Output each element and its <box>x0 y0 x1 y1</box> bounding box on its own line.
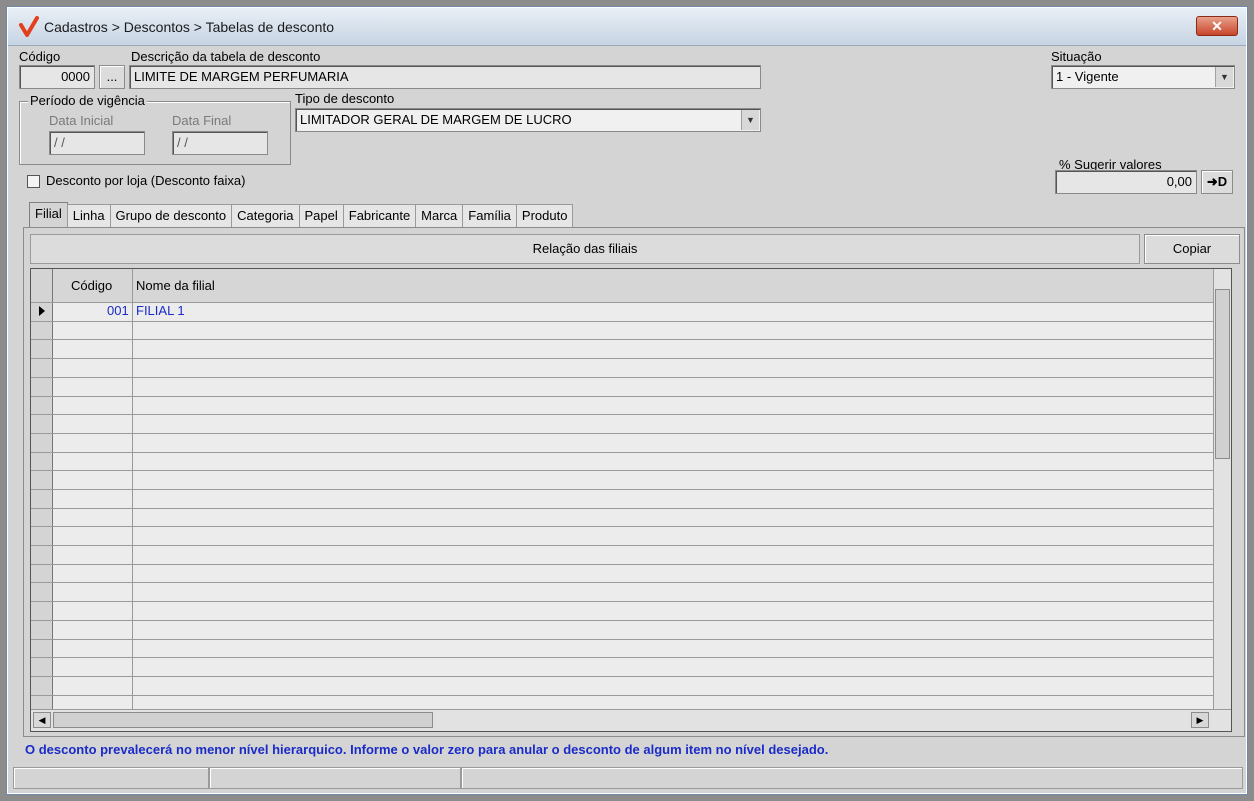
horizontal-scrollbar[interactable]: ◀ ▶ <box>31 709 1231 731</box>
grid-row-separator <box>31 470 1213 471</box>
data-final-label: Data Final <box>172 113 232 128</box>
current-row-arrow-icon <box>39 306 45 316</box>
filial-tab-panel: Relação das filiais Copiar Código Nome d… <box>23 227 1245 737</box>
grid-row-separator <box>31 545 1213 546</box>
situacao-value: 1 - Vigente <box>1056 69 1119 84</box>
main-window: Cadastros > Descontos > Tabelas de desco… <box>6 6 1248 795</box>
codigo-field[interactable]: 0000 <box>19 65 95 89</box>
tab-filial[interactable]: Filial <box>29 202 68 228</box>
checkmark-logo-icon <box>19 16 39 37</box>
vertical-scrollbar[interactable] <box>1213 269 1231 709</box>
grid-row-separator <box>31 676 1213 677</box>
descricao-label: Descrição da tabela de desconto <box>131 49 321 64</box>
codigo-label: Código <box>19 49 61 64</box>
title-bar: Cadastros > Descontos > Tabelas de desco… <box>8 8 1246 46</box>
data-inicial-field[interactable]: / / <box>49 131 145 155</box>
tab-familia[interactable]: Família <box>462 204 517 228</box>
status-panel-3 <box>461 767 1243 789</box>
tab-papel[interactable]: Papel <box>298 204 344 228</box>
status-bar <box>13 767 1243 789</box>
tab-produto[interactable]: Produto <box>515 204 574 228</box>
data-inicial-label: Data Inicial <box>49 113 114 128</box>
row-codigo[interactable]: 001 <box>107 303 129 318</box>
grid-row-separator <box>31 452 1213 453</box>
tipo-value: LIMITADOR GERAL DE MARGEM DE LUCRO <box>300 112 572 127</box>
grid-row-separator <box>31 433 1213 434</box>
tab-strip: Filial Linha Grupo de desconto Categoria… <box>29 202 574 228</box>
filiais-grid[interactable]: Código Nome da filial 001 FILIAL 1 ◀ ▶ <box>30 268 1232 732</box>
panel-header: Relação das filiais <box>30 234 1140 264</box>
row-nome[interactable]: FILIAL 1 <box>136 303 185 318</box>
status-panel-1 <box>13 767 209 789</box>
scroll-left-icon[interactable]: ◀ <box>33 712 51 728</box>
tab-marca[interactable]: Marca <box>415 204 464 228</box>
grid-row-separator <box>31 358 1213 359</box>
tab-linha[interactable]: Linha <box>66 204 111 228</box>
tab-categoria[interactable]: Categoria <box>231 204 300 228</box>
grid-row-separator <box>31 564 1213 565</box>
grid-row-separator <box>31 620 1213 621</box>
codigo-lookup-button[interactable]: ... <box>99 65 125 89</box>
descricao-field[interactable]: LIMITE DE MARGEM PERFUMARIA <box>129 65 761 89</box>
desconto-loja-label: Desconto por loja (Desconto faixa) <box>46 173 246 188</box>
grid-row-separator <box>31 339 1213 340</box>
grid-row-separator <box>31 695 1213 696</box>
scroll-right-icon[interactable]: ▶ <box>1191 712 1209 728</box>
data-final-field[interactable]: / / <box>172 131 268 155</box>
grid-row-separator <box>31 489 1213 490</box>
close-button[interactable]: ✕ <box>1196 16 1238 36</box>
desconto-loja-checkbox[interactable] <box>27 175 40 188</box>
grid-row-separator <box>31 639 1213 640</box>
grid-row-separator <box>31 508 1213 509</box>
status-panel-2 <box>209 767 461 789</box>
grid-row-separator <box>31 601 1213 602</box>
periodo-label: Período de vigência <box>28 93 147 108</box>
grid-row-separator <box>31 321 1213 322</box>
sugerir-field[interactable]: 0,00 <box>1055 170 1197 194</box>
tab-fabricante[interactable]: Fabricante <box>342 204 417 228</box>
chevron-down-icon[interactable]: ▼ <box>741 110 759 130</box>
hierarchy-note: O desconto prevalecerá no menor nível hi… <box>25 742 829 757</box>
grid-row-separator <box>31 414 1213 415</box>
chevron-down-icon[interactable]: ▼ <box>1215 67 1233 87</box>
copy-button[interactable]: Copiar <box>1144 234 1240 264</box>
horizontal-scroll-thumb[interactable] <box>53 712 433 728</box>
situacao-select[interactable]: 1 - Vigente ▼ <box>1051 65 1235 89</box>
grid-row-separator <box>31 526 1213 527</box>
vertical-scroll-thumb[interactable] <box>1215 289 1230 459</box>
grid-row-separator <box>31 377 1213 378</box>
tab-grupo-de-desconto[interactable]: Grupo de desconto <box>109 204 233 228</box>
situacao-label: Situação <box>1051 49 1102 64</box>
column-header-codigo[interactable]: Código <box>71 278 112 293</box>
grid-row-separator <box>31 657 1213 658</box>
sugerir-apply-button[interactable]: ➜D <box>1201 170 1233 194</box>
column-header-nome[interactable]: Nome da filial <box>136 278 215 293</box>
grid-row-separator <box>31 582 1213 583</box>
grid-row-separator <box>31 302 1213 303</box>
tipo-select[interactable]: LIMITADOR GERAL DE MARGEM DE LUCRO ▼ <box>295 108 761 132</box>
window-title: Cadastros > Descontos > Tabelas de desco… <box>44 19 335 35</box>
grid-row-separator <box>31 396 1213 397</box>
tipo-label: Tipo de desconto <box>295 91 395 106</box>
